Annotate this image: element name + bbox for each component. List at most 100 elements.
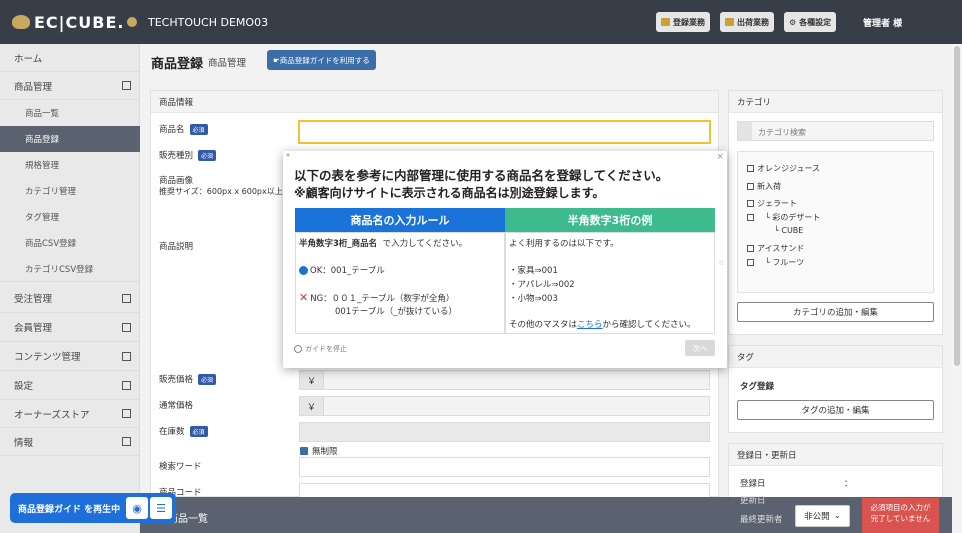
- sidebar-item-settings[interactable]: 設定: [0, 371, 140, 400]
- category-item[interactable]: ジェラート: [747, 198, 797, 209]
- guide-popup: * × 以下の表を参考に内部管理に使用する商品名を登録してください。 ※顧客向け…: [283, 151, 727, 368]
- stock-label: 在庫数 必須: [159, 425, 208, 437]
- guide-playing-pill[interactable]: 商品登録ガイド を再生中 ◉ ☰: [10, 493, 176, 523]
- sidebar-sub-product-csv[interactable]: 商品CSV登録: [0, 230, 140, 256]
- guide-note: ※顧客向けサイトに表示される商品名は別途登録します。: [294, 186, 605, 200]
- shop-name[interactable]: TECHTOUCH DEMO03: [148, 16, 268, 29]
- registered-date-value: ：: [844, 479, 853, 489]
- sidebar-item-orders[interactable]: 受注管理: [0, 284, 140, 313]
- user-menu[interactable]: 管理者 様: [863, 16, 902, 29]
- search-icon: [738, 122, 752, 140]
- sidebar-sub-spec[interactable]: 規格管理: [0, 152, 140, 178]
- folder-icon: [661, 18, 670, 26]
- required-marker: *: [286, 152, 290, 161]
- example-column-header: 半角数字3桁の例: [505, 208, 715, 232]
- example-item: ・小物⇒003: [509, 294, 558, 304]
- search-word-label: 検索ワード: [159, 462, 202, 472]
- sales-type-label: 販売種別 必須: [159, 149, 217, 161]
- gear-icon: ⚙: [789, 17, 797, 27]
- sidebar-item-owners-store[interactable]: オーナーズストア: [0, 400, 140, 428]
- panel-heading: カテゴリ: [729, 91, 942, 113]
- use-guide-button[interactable]: ☛商品登録ガイドを利用する: [267, 50, 376, 70]
- sidebar-sub-product-register[interactable]: 商品登録: [0, 126, 140, 152]
- checkbox: [747, 200, 754, 207]
- stop-guide-button[interactable]: ガイドを停止: [294, 344, 347, 354]
- checklist-icon[interactable]: ☰: [150, 497, 172, 519]
- checkbox: [747, 214, 754, 221]
- category-item[interactable]: オレンジジュース: [747, 163, 820, 174]
- category-item[interactable]: アイスサンド: [747, 243, 804, 254]
- last-updater-label: 最終更新者: [740, 515, 783, 525]
- rule-column-header: 商品名の入力ルール: [295, 208, 505, 232]
- sidebar-item-contents[interactable]: コンテンツ管理: [0, 342, 140, 371]
- page-title: 商品登録: [151, 57, 204, 72]
- here-link[interactable]: こちら: [577, 320, 603, 330]
- checkbox: [747, 245, 754, 252]
- settings-button[interactable]: ⚙ 各種設定: [784, 12, 837, 32]
- panel-heading: 商品情報: [151, 91, 718, 113]
- register-tasks-button[interactable]: 登録業務: [656, 12, 710, 32]
- drag-handle-icon[interactable]: ⁞⁞: [719, 259, 723, 267]
- example-item: ・アパレル⇒002: [509, 280, 575, 290]
- currency-prefix: ￥: [300, 397, 324, 415]
- expand-icon: [122, 322, 131, 332]
- tag-edit-button[interactable]: タグの追加・編集: [737, 400, 934, 420]
- sidebar-item-home[interactable]: ホーム: [0, 44, 140, 72]
- expand-icon: [122, 409, 131, 418]
- currency-prefix: ￥: [300, 371, 324, 389]
- ng-example-2: 001テーブル（_が抜けている）: [335, 307, 457, 317]
- unlimited-checkbox[interactable]: 無制限: [300, 445, 338, 457]
- page-scrollbar[interactable]: [952, 44, 962, 533]
- category-item[interactable]: 新入荷: [747, 181, 781, 192]
- sidebar-item-members[interactable]: 会員管理: [0, 313, 140, 342]
- top-bar: EC|CUBE. TECHTOUCH DEMO03 登録業務 出荷業務 ⚙ 各種設…: [0, 0, 962, 44]
- category-item[interactable]: └ 彩のデザート: [747, 212, 820, 223]
- expand-icon: [122, 293, 131, 303]
- sidebar-sub-product-list[interactable]: 商品一覧: [0, 100, 140, 126]
- required-alert[interactable]: 必須項目の入力が完了していません: [862, 498, 939, 533]
- checkbox-checked-icon: [300, 447, 308, 455]
- sidebar-item-products[interactable]: 商品管理: [0, 72, 140, 100]
- rule-format: 半角数字3桁_商品名 で入力してください。: [299, 239, 468, 249]
- close-icon[interactable]: ×: [716, 152, 724, 162]
- ok-example: OK：001_テーブル: [299, 264, 385, 276]
- status-select[interactable]: 非公開 ⌄: [795, 505, 850, 527]
- stop-circle-icon: [294, 345, 302, 353]
- expand-icon: [122, 351, 131, 361]
- checkbox: [747, 183, 754, 190]
- category-search-input[interactable]: カテゴリ検索: [737, 121, 934, 141]
- product-desc-label: 商品説明: [159, 242, 194, 252]
- normal-price-input[interactable]: ￥: [299, 396, 710, 416]
- required-badge: 必須: [198, 374, 217, 385]
- sidebar-sub-tag[interactable]: タグ管理: [0, 204, 140, 230]
- scrollbar-thumb[interactable]: [954, 46, 960, 366]
- product-name-label: 商品名 必須: [159, 123, 208, 135]
- eccube-logo[interactable]: EC|CUBE.: [12, 12, 138, 32]
- category-edit-button[interactable]: カテゴリの追加・編集: [737, 302, 934, 322]
- category-item[interactable]: └ フルーツ: [747, 257, 804, 268]
- product-name-input[interactable]: [298, 120, 711, 144]
- required-badge: 必須: [198, 150, 217, 161]
- shipping-tasks-button[interactable]: 出荷業務: [720, 12, 774, 32]
- product-image-label: 商品画像: [159, 176, 194, 186]
- chevron-down-icon: ⌄: [833, 511, 841, 521]
- stock-input[interactable]: [299, 422, 710, 442]
- guide-instruction: 以下の表を参考に内部管理に使用する商品名を登録してください。: [294, 168, 669, 183]
- expand-icon: [122, 380, 131, 390]
- cross-icon: ✕: [299, 291, 309, 304]
- next-button[interactable]: 次へ: [685, 340, 715, 356]
- category-item[interactable]: └ CUBE: [774, 226, 803, 235]
- normal-price-label: 通常価格: [159, 401, 194, 411]
- required-badge: 必須: [189, 124, 208, 135]
- sidebar-sub-category-csv[interactable]: カテゴリCSV登録: [0, 256, 140, 282]
- truck-icon: [725, 18, 734, 26]
- tag-register-label: タグ登録: [740, 382, 775, 392]
- search-word-input[interactable]: [299, 457, 710, 477]
- price-input[interactable]: ￥: [299, 370, 710, 390]
- sidebar-sub-category[interactable]: カテゴリ管理: [0, 178, 140, 204]
- other-master-note: その他のマスタはこちらから確認してください。: [509, 320, 696, 330]
- record-icon[interactable]: ◉: [126, 497, 148, 519]
- sidebar-item-info[interactable]: 情報: [0, 428, 140, 456]
- ok-circle-icon: [299, 265, 308, 275]
- checkbox: [747, 165, 754, 172]
